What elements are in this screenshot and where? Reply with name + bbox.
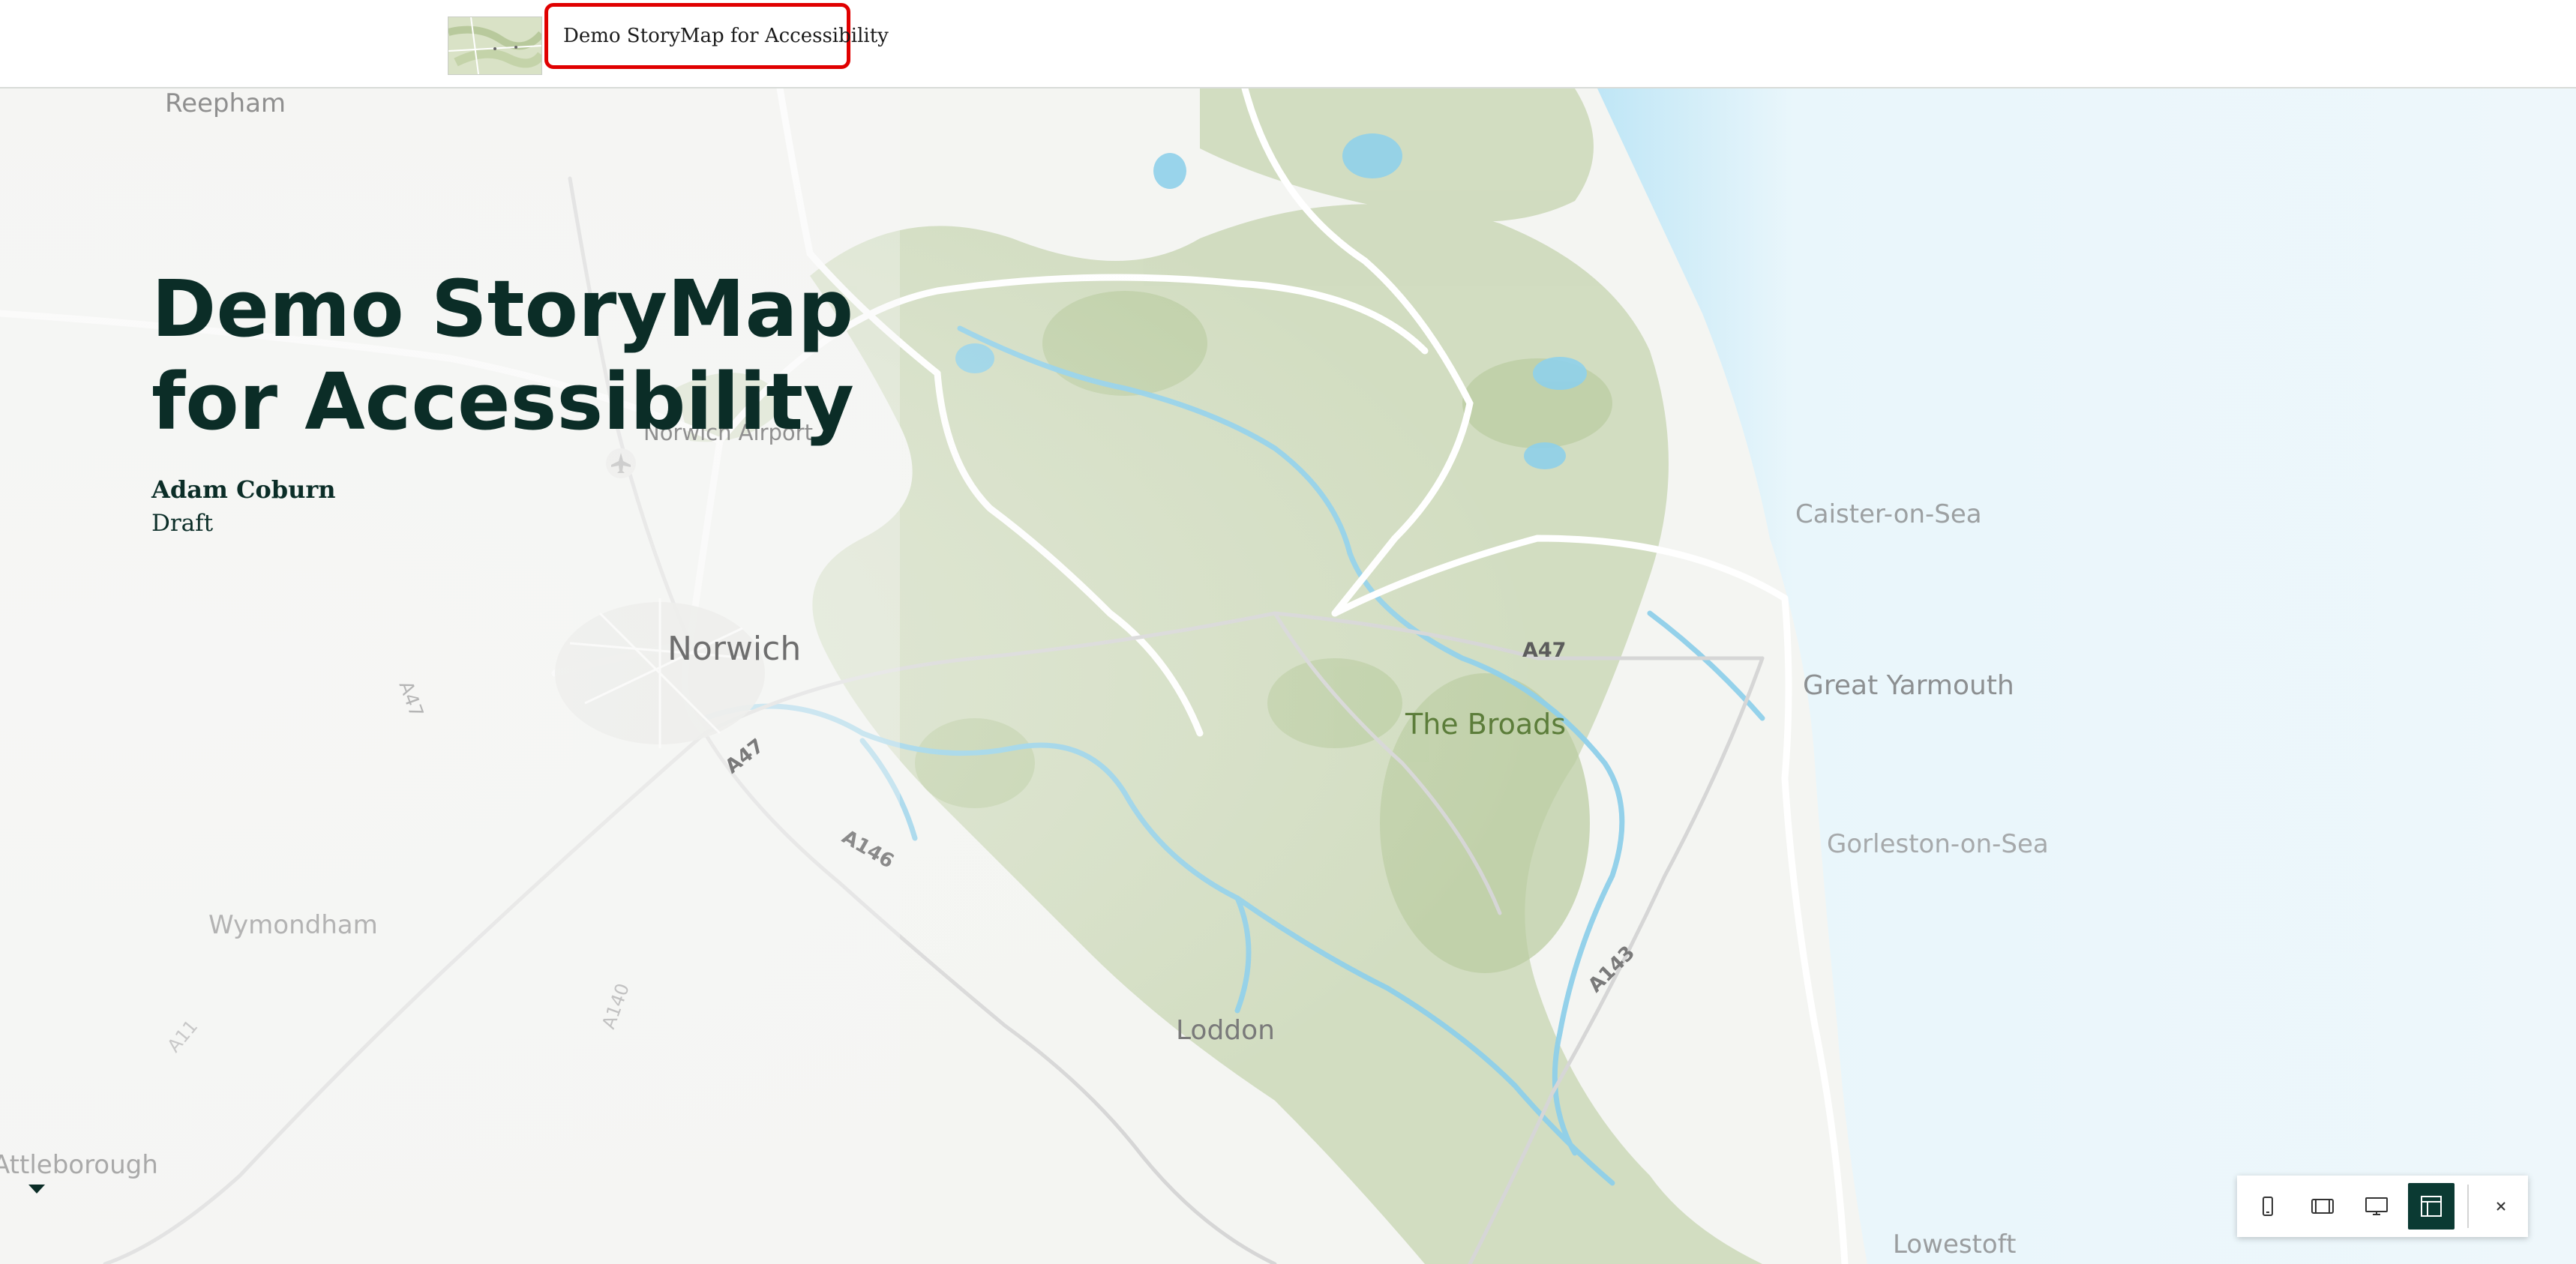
layout-icon bbox=[2421, 1196, 2443, 1217]
map-label-the-broads: The Broads bbox=[1405, 708, 1567, 741]
map-label-reepham: Reepham bbox=[165, 88, 286, 118]
top-header: Demo StoryMap for Accessibility bbox=[0, 0, 2576, 88]
story-title-line2: for Accessibility bbox=[151, 356, 854, 448]
toolbar-divider bbox=[2467, 1185, 2470, 1228]
story-title-line1: Demo StoryMap bbox=[151, 263, 854, 355]
map-label-a47-east: A47 bbox=[1522, 639, 1567, 662]
map-label-attleborough: Attleborough bbox=[0, 1150, 158, 1180]
close-icon bbox=[2497, 1202, 2506, 1211]
map-label-norwich: Norwich bbox=[667, 630, 802, 668]
tablet-view-button[interactable] bbox=[2299, 1183, 2346, 1230]
map-label-caister: Caister-on-Sea bbox=[1795, 499, 1982, 529]
mobile-icon bbox=[2262, 1197, 2273, 1216]
close-preview-button[interactable] bbox=[2482, 1183, 2520, 1230]
cover-thumbnail[interactable] bbox=[448, 16, 542, 75]
map-thumbnail-icon bbox=[448, 17, 541, 74]
map-label-great-yarmouth: Great Yarmouth bbox=[1803, 670, 2014, 701]
map-label-loddon: Loddon bbox=[1176, 1015, 1275, 1046]
scroll-down-icon[interactable] bbox=[28, 1185, 45, 1194]
mobile-view-button[interactable] bbox=[2245, 1183, 2291, 1230]
header-story-title: Demo StoryMap for Accessibility bbox=[563, 25, 889, 47]
desktop-icon bbox=[2365, 1197, 2389, 1215]
map-label-wymondham: Wymondham bbox=[208, 910, 378, 940]
story-title: Demo StoryMap for Accessibility bbox=[151, 262, 854, 448]
map-label-lowestoft: Lowestoft bbox=[1893, 1230, 2017, 1260]
tablet-icon bbox=[2311, 1199, 2334, 1214]
story-author: Adam Coburn bbox=[151, 475, 336, 504]
story-cover: Demo StoryMap for Accessibility Adam Cob… bbox=[151, 262, 854, 537]
preview-device-toolbar bbox=[2237, 1176, 2528, 1237]
story-title-link[interactable]: Demo StoryMap for Accessibility bbox=[544, 3, 889, 69]
story-status: Draft bbox=[151, 510, 214, 537]
map-label-gorleston: Gorleston-on-Sea bbox=[1827, 829, 2049, 859]
layout-view-button[interactable] bbox=[2408, 1183, 2455, 1230]
desktop-view-button[interactable] bbox=[2354, 1183, 2401, 1230]
